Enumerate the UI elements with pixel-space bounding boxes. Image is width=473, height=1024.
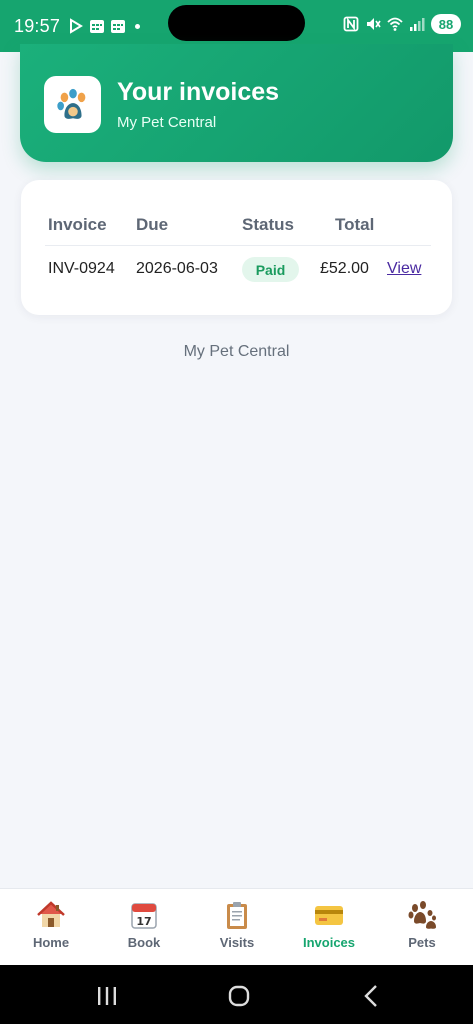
footer-brand: My Pet Central [183, 343, 290, 360]
paw-icon [408, 901, 436, 929]
column-header-due: Due [136, 215, 169, 234]
credit-card-icon [315, 906, 343, 925]
page-subtitle: My Pet Central [117, 114, 217, 131]
calendar-icon [111, 20, 126, 33]
calendar-icon: 17 [131, 903, 157, 929]
status-badge: Paid [242, 257, 299, 282]
page-header: Your invoices My Pet Central [20, 44, 453, 162]
column-header-total: Total [335, 215, 375, 234]
nav-label-pets: Pets [408, 935, 436, 950]
page-title: Your invoices [117, 78, 280, 106]
table-divider [45, 245, 431, 246]
battery-indicator: 88 [431, 14, 461, 34]
notification-dot [135, 23, 141, 29]
nav-item-invoices[interactable]: Invoices [284, 899, 374, 950]
view-invoice-link[interactable]: View [387, 260, 421, 278]
status-left-icons [68, 18, 141, 34]
mute-icon [367, 18, 381, 30]
wifi-icon [387, 17, 403, 31]
signal-icon [410, 18, 425, 31]
app-logo [44, 76, 101, 133]
home-icon[interactable] [224, 981, 254, 1011]
recent-apps-icon[interactable] [92, 981, 122, 1011]
invoice-number: INV-0924 [48, 260, 115, 277]
nav-item-home[interactable]: Home [6, 899, 96, 950]
play-icon [70, 18, 83, 34]
status-right-icons: 88 [343, 14, 461, 34]
paw-logo-icon [56, 88, 85, 119]
back-icon[interactable] [357, 981, 387, 1011]
status-time: 19:57 [14, 15, 61, 36]
column-header-status: Status [242, 215, 294, 234]
invoice-due-date: 2026-06-03 [136, 260, 218, 277]
nav-label-visits: Visits [219, 935, 255, 950]
nfc-icon [343, 16, 359, 32]
nav-label-home: Home [32, 935, 70, 950]
invoice-total: £52.00 [320, 260, 369, 277]
nav-label-invoices: Invoices [302, 935, 356, 950]
nav-item-visits[interactable]: Visits [192, 899, 282, 950]
nav-item-book[interactable]: 17 Book [99, 899, 189, 950]
screen: 19:57 88 Your invoices My Pet Central In… [0, 0, 473, 1024]
svg-text:17: 17 [136, 915, 151, 928]
calendar-icon [90, 20, 105, 33]
invoices-table: Invoice Due Status Total INV-0924 2026-0… [21, 180, 452, 315]
nav-label-book: Book [127, 935, 161, 950]
nav-item-pets[interactable]: Pets [377, 899, 467, 950]
system-nav-bar [0, 965, 473, 1024]
camera-cutout [168, 5, 305, 41]
house-icon [37, 901, 65, 927]
bottom-nav: Home 17 Book Visits Invoices Pets [0, 888, 473, 965]
clipboard-icon [227, 902, 247, 929]
column-header-invoice: Invoice [48, 215, 107, 234]
